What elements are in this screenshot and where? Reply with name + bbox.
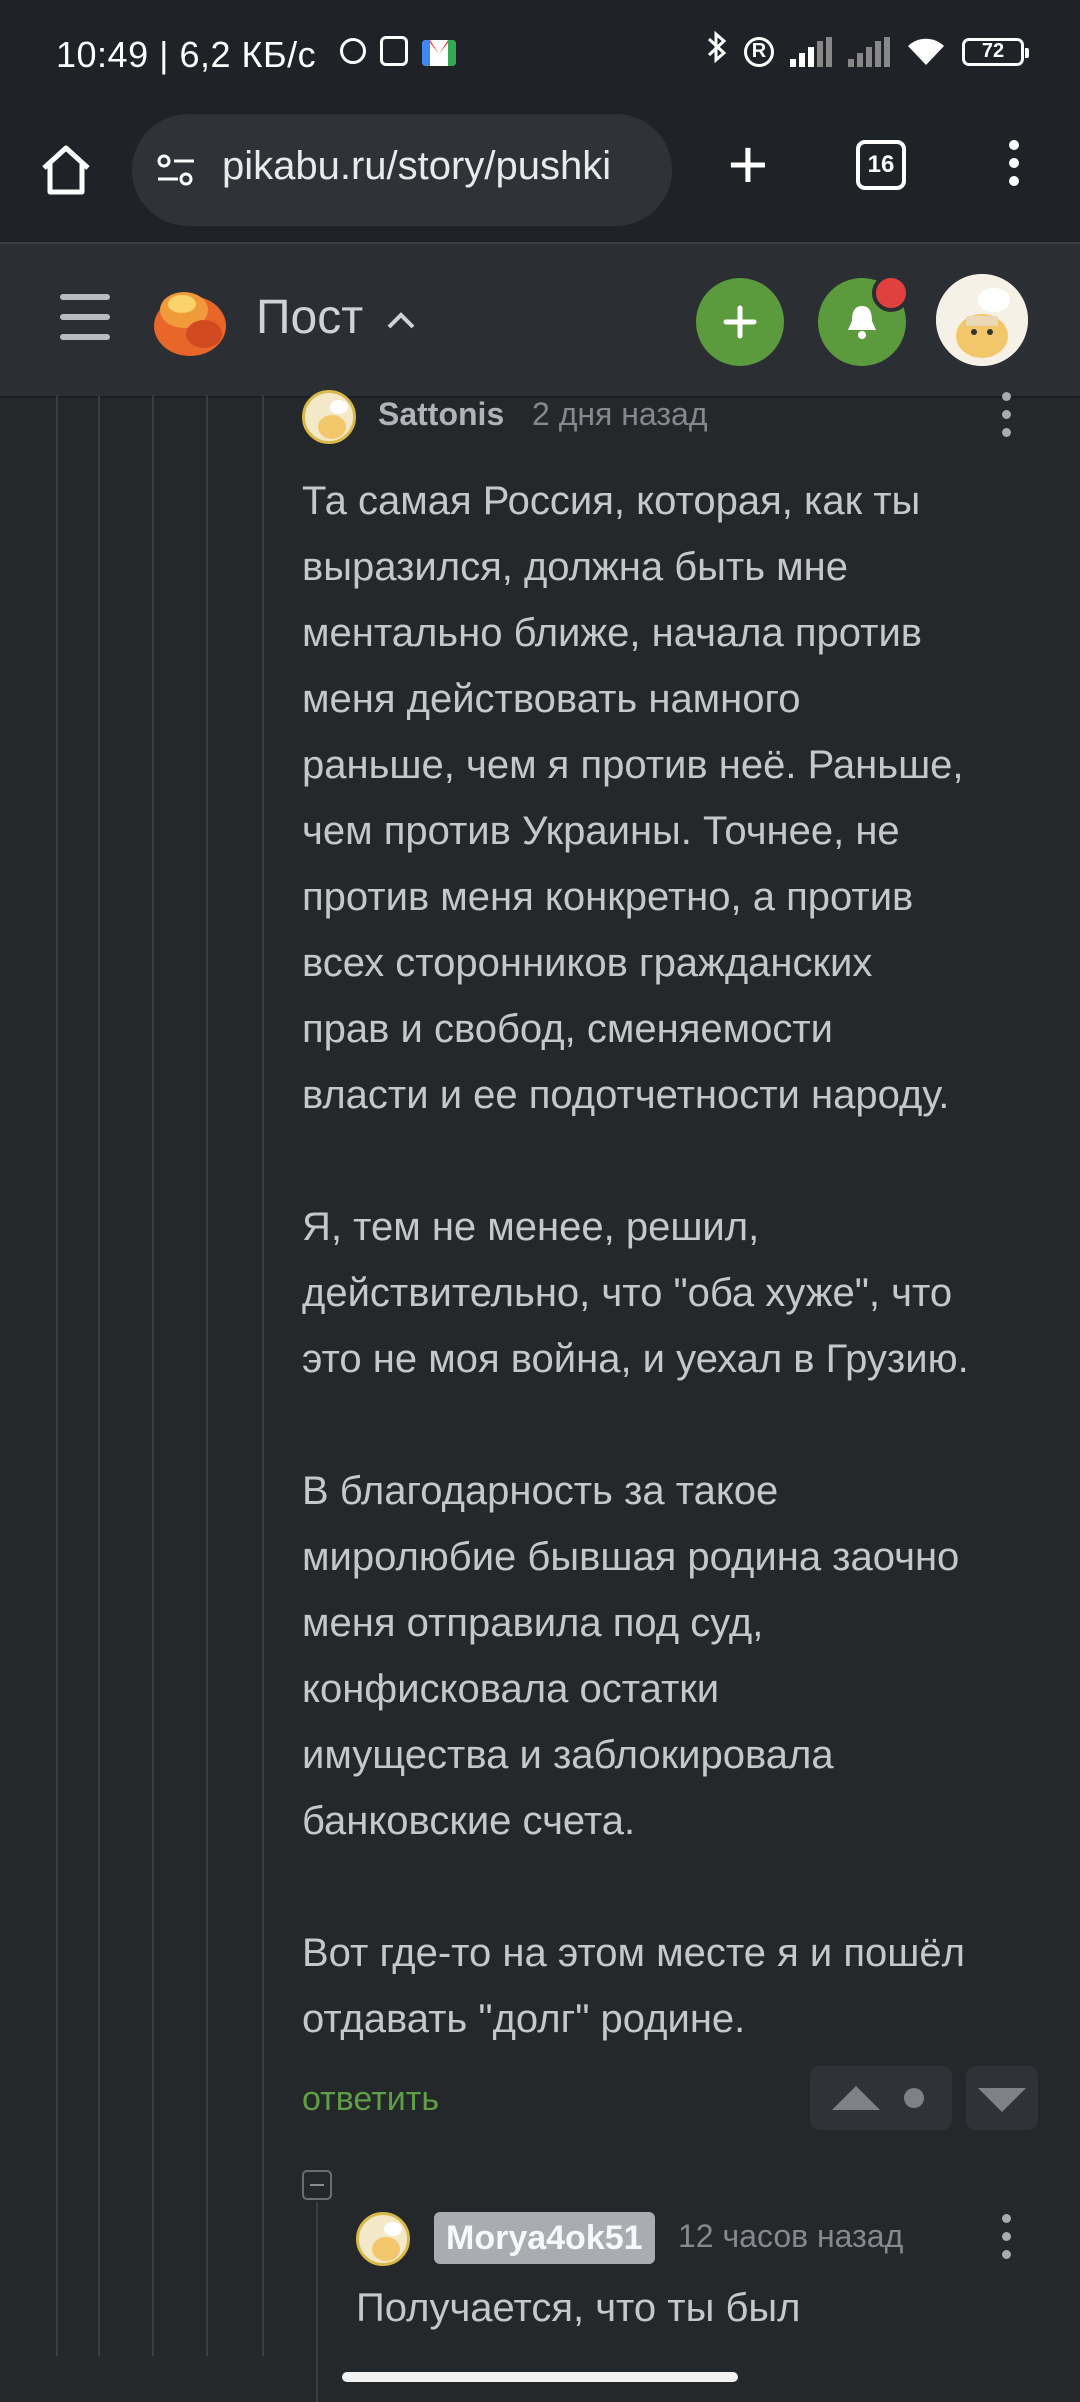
nfc-icon (380, 36, 408, 66)
reply-time: 12 часов назад (678, 2218, 904, 2254)
user-avatar[interactable] (936, 274, 1028, 366)
home-icon[interactable] (34, 138, 98, 202)
add-post-button[interactable] (696, 278, 784, 366)
comment-body: Та самая Россия, которая, как ты выразил… (302, 479, 969, 2041)
thread-line[interactable] (316, 2202, 318, 2402)
url-text[interactable]: pikabu.ru/story/pushki (222, 144, 652, 189)
status-bar: 10:49 | 6,2 КБ/с R 72 (0, 0, 1080, 112)
signal-2-icon (848, 36, 890, 67)
thread-line[interactable] (56, 396, 58, 2356)
new-tab-plus-icon[interactable]: + (716, 129, 780, 199)
bluetooth-icon (706, 30, 728, 73)
gmail-icon (422, 40, 456, 66)
registered-icon: R (744, 36, 774, 67)
battery-icon: 72 (962, 37, 1029, 66)
comment-more-icon[interactable] (1002, 392, 1012, 446)
reply-author[interactable]: Morya4ok51 (434, 2212, 655, 2264)
status-icons-left (340, 34, 456, 66)
vote-controls (810, 2066, 952, 2130)
comment-thread: Sattonis 2 дня назад Та самая Россия, ко… (0, 390, 1080, 2402)
vote-down-button[interactable] (966, 2066, 1038, 2130)
browser-toolbar: pikabu.ru/story/pushki + 16 (0, 112, 1080, 244)
reply-button[interactable]: ответить (302, 2080, 439, 2119)
page-title[interactable]: Пост (256, 290, 363, 345)
tune-icon[interactable] (156, 152, 196, 188)
vote-neutral-icon (904, 2088, 924, 2108)
alarm-icon (340, 38, 366, 64)
status-time: 10:49 | 6,2 КБ/с (56, 34, 317, 75)
chevron-up-icon[interactable] (386, 300, 416, 339)
notifications-button[interactable] (818, 274, 910, 366)
comment-time: 2 дня назад (532, 396, 708, 432)
thread-line[interactable] (262, 396, 264, 2356)
reply-body: Получается, что ты был (356, 2286, 801, 2330)
vote-down-icon[interactable] (978, 2088, 1026, 2112)
address-bar[interactable]: pikabu.ru/story/pushki (132, 114, 672, 226)
avatar[interactable] (302, 390, 356, 444)
thread-line[interactable] (206, 396, 208, 2356)
status-icons-right: R 72 (706, 30, 1029, 73)
avatar[interactable] (356, 2212, 410, 2266)
thread-line[interactable] (98, 396, 100, 2356)
pikabu-logo[interactable] (150, 280, 230, 360)
reply-more-icon[interactable] (1002, 2214, 1012, 2268)
notification-badge (872, 274, 910, 312)
wifi-icon (906, 37, 946, 67)
thread-line[interactable] (152, 396, 154, 2356)
collapse-icon[interactable] (302, 2170, 332, 2200)
comment-author[interactable]: Sattonis (378, 396, 504, 433)
signal-icon (790, 36, 832, 67)
bell-icon (848, 306, 876, 339)
menu-icon[interactable] (60, 294, 110, 340)
tabs-button[interactable]: 16 (856, 140, 906, 190)
vote-up-icon[interactable] (832, 2086, 880, 2110)
gesture-bar[interactable] (342, 2372, 738, 2382)
app-header: Пост (0, 244, 1080, 398)
more-vert-icon[interactable] (1000, 140, 1028, 196)
